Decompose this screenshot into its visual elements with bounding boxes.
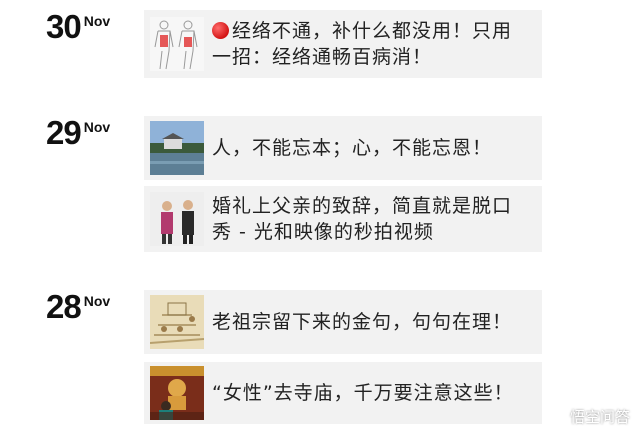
date-day: 28 xyxy=(46,288,82,325)
article-title: “女性”去寺庙，千万要注意这些！ xyxy=(212,382,514,404)
date-month: Nov xyxy=(83,293,111,309)
anatomy-body-icon xyxy=(150,17,204,71)
date-month: Nov xyxy=(83,119,111,135)
date-day: 29 xyxy=(46,114,82,151)
date-label-29: 29 Nov xyxy=(46,116,110,149)
article-title: 婚礼上父亲的致辞，简直就是脱口秀 - 光和映像的秒拍视频 xyxy=(212,195,513,243)
article-card[interactable]: 经络不通，补什么都没用！只用 一招：经络通畅百病消！ xyxy=(144,10,542,78)
article-card[interactable]: “女性”去寺庙，千万要注意这些！ xyxy=(144,362,542,424)
date-label-28: 28 Nov xyxy=(46,290,110,323)
date-label-30: 30 Nov xyxy=(46,10,110,43)
article-title: 经络不通，补什么都没用！只用 一招：经络通畅百病消！ xyxy=(212,20,513,68)
date-day: 30 xyxy=(46,8,82,45)
date-month: Nov xyxy=(83,13,111,29)
article-card[interactable]: 人，不能忘本；心，不能忘恩！ xyxy=(144,116,542,180)
temple-photo xyxy=(150,366,204,420)
red-dot-icon xyxy=(212,22,229,39)
article-title: 人，不能忘本；心，不能忘恩！ xyxy=(212,137,493,159)
ancient-painting-photo xyxy=(150,295,204,349)
watermark-text: 悟空问答 xyxy=(569,408,630,426)
watermark: 悟空问答 xyxy=(546,406,630,427)
article-card[interactable]: 老祖宗留下来的金句，句句在理！ xyxy=(144,290,542,354)
landscape-photo xyxy=(150,121,204,175)
wedding-speech-photo xyxy=(150,192,204,246)
wukong-logo-icon xyxy=(546,407,566,426)
article-title: 老祖宗留下来的金句，句句在理！ xyxy=(212,311,513,333)
article-timeline: 30 Nov 经络不通，补什么都没用！只用一招：经络通畅百病消！ 29 Nov xyxy=(0,0,640,433)
article-card[interactable]: 婚礼上父亲的致辞，简直就是脱口秀 - 光和映像的秒拍视频 xyxy=(144,186,542,252)
